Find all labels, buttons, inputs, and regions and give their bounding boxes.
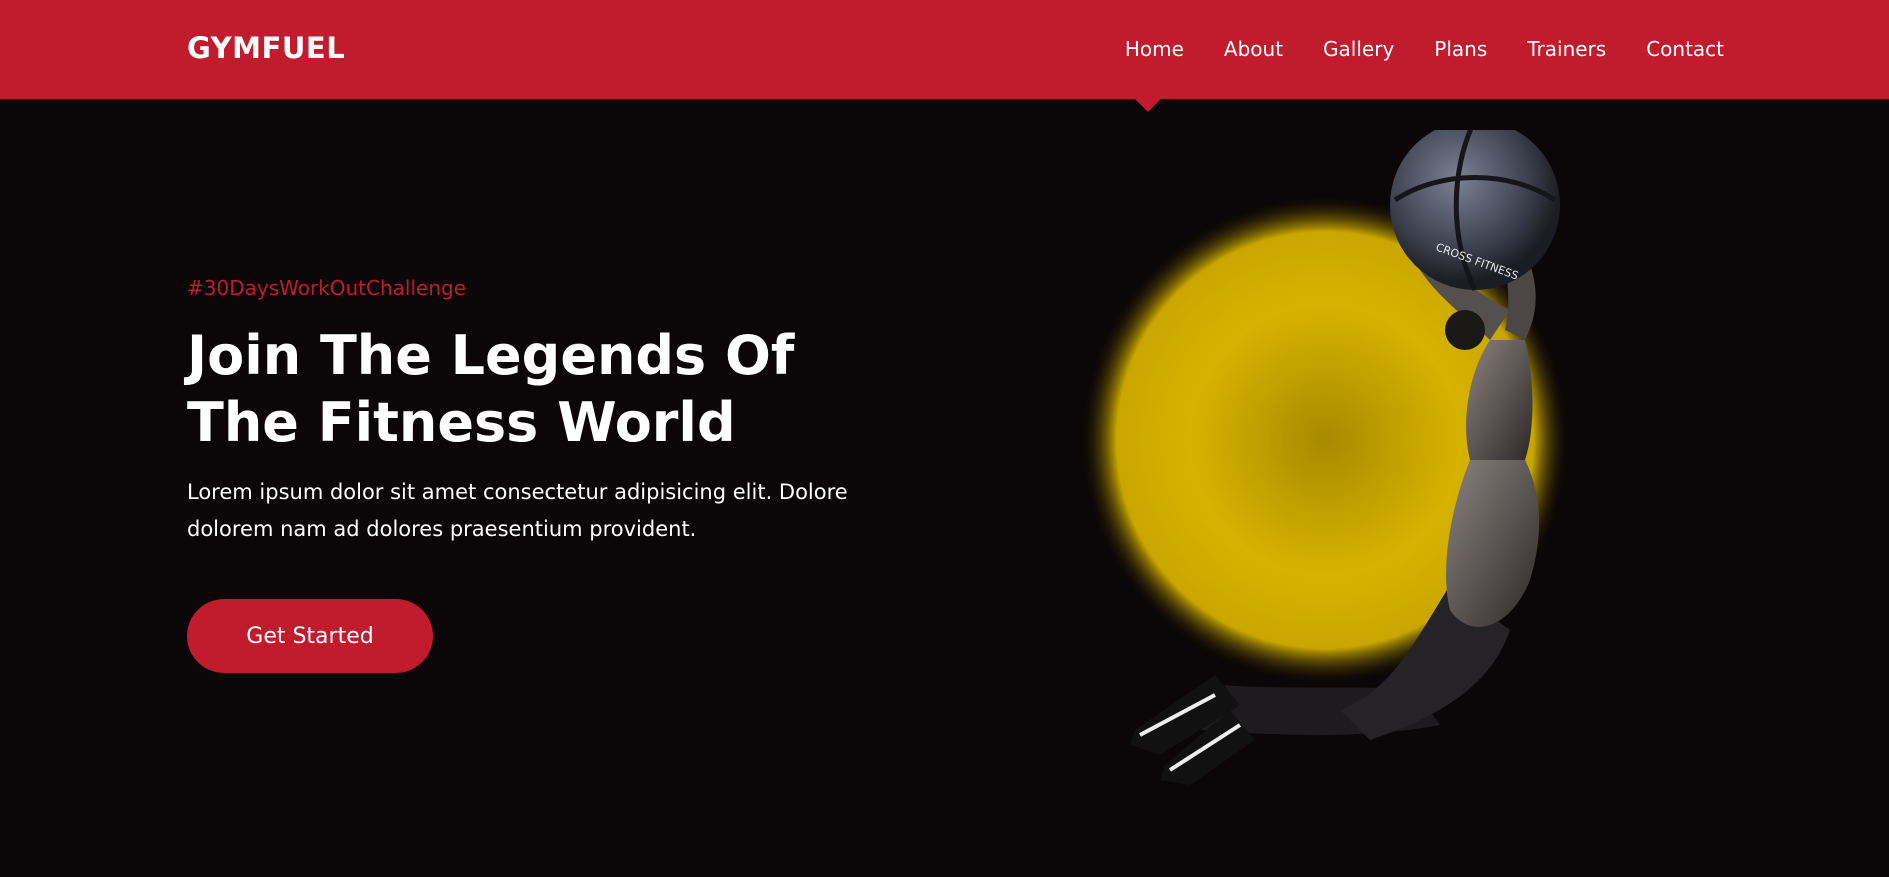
- athlete-illustration: CROSS FITNESS: [1080, 130, 1570, 785]
- nav-link-plans[interactable]: Plans: [1434, 37, 1487, 61]
- nav-link-about[interactable]: About: [1224, 37, 1283, 61]
- get-started-button[interactable]: Get Started: [187, 599, 433, 673]
- nav-link-contact[interactable]: Contact: [1646, 37, 1724, 61]
- hero-description: Lorem ipsum dolor sit amet consectetur a…: [187, 480, 848, 541]
- nav-link-trainers[interactable]: Trainers: [1527, 37, 1606, 61]
- brand-logo[interactable]: GYMFUEL: [187, 31, 345, 65]
- nav-link-gallery[interactable]: Gallery: [1323, 37, 1394, 61]
- nav-link-home[interactable]: Home: [1125, 37, 1184, 61]
- top-navbar: GYMFUEL Home About Gallery Plans Trainer…: [0, 0, 1889, 99]
- hero-hashtag: #30DaysWorkOutChallenge: [187, 276, 467, 300]
- hero-headline: Join The Legends Of The Fitness World: [187, 324, 795, 454]
- main-nav: Home About Gallery Plans Trainers Contac…: [1125, 37, 1724, 61]
